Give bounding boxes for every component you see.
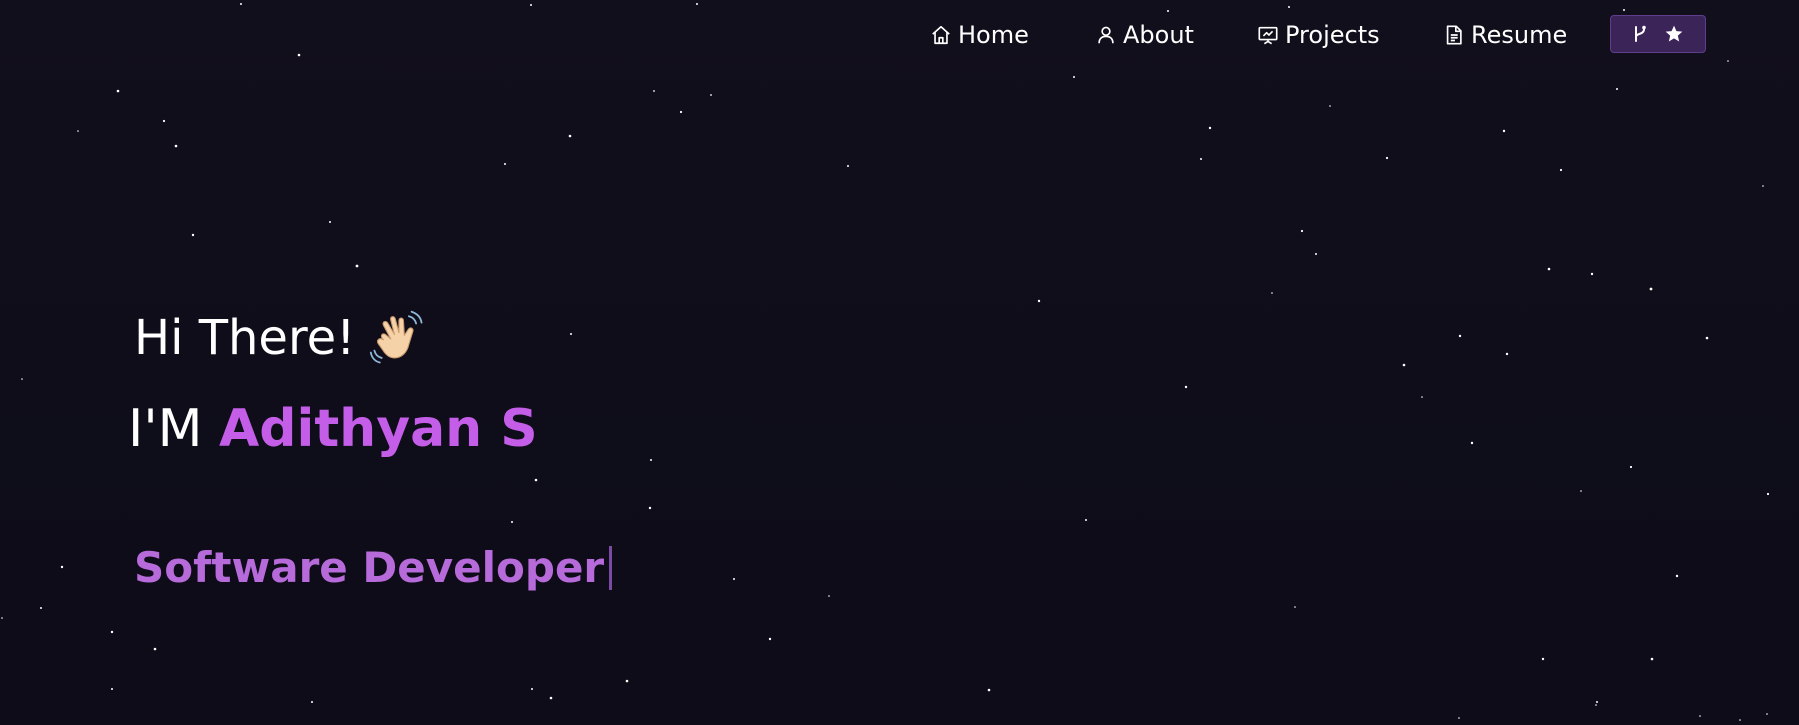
nav-projects-link[interactable]: Projects: [1257, 18, 1380, 52]
nav-projects-label: Projects: [1285, 21, 1380, 49]
hero-intro: I'M Adithyan S: [128, 397, 538, 461]
hero-role-typewriter: Software Developer: [134, 540, 613, 596]
typing-cursor: [609, 546, 613, 590]
nav-resume-link[interactable]: Resume: [1443, 18, 1567, 52]
hero-name: Adithyan S: [219, 399, 538, 459]
waving-hand-icon: [370, 310, 423, 364]
git-fork-icon: [1635, 25, 1646, 42]
portfolio-page: Home About Projects Resume Hi There! I'M…: [0, 0, 1799, 725]
nav-home-link[interactable]: Home: [930, 18, 1029, 52]
document-icon: [1443, 24, 1465, 46]
presentation-icon: [1257, 24, 1279, 46]
nav-home-label: Home: [958, 21, 1029, 49]
github-repo-button[interactable]: [1610, 15, 1706, 53]
user-icon: [1095, 24, 1117, 46]
home-icon: [930, 24, 952, 46]
nav-resume-label: Resume: [1471, 21, 1568, 49]
nav-about-label: About: [1123, 21, 1194, 49]
top-navbar: Home About Projects Resume: [0, 0, 1799, 70]
greeting-text: Hi There!: [134, 310, 356, 366]
role-text: Software Developer: [134, 543, 605, 592]
star-icon: [1665, 25, 1683, 42]
intro-prefix: I'M: [128, 399, 220, 459]
hero-greeting: Hi There!: [134, 308, 427, 368]
nav-about-link[interactable]: About: [1095, 18, 1194, 52]
